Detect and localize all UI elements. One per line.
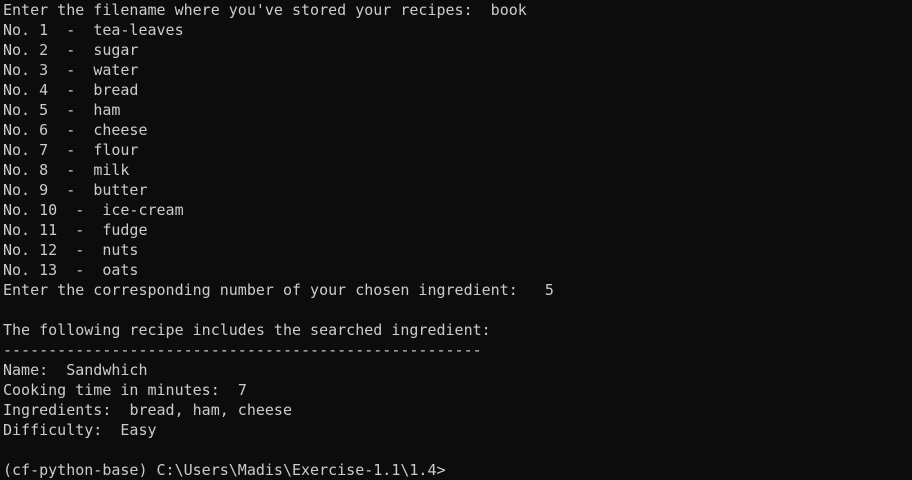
ingredient-number: No. 9 [3,181,49,199]
recipe-ingredients-label: Ingredients: [3,401,112,419]
recipe-difficulty-value: Easy [120,421,157,439]
ingredient-name: flour [93,141,139,159]
ingredient-name: oats [102,261,139,279]
result-header: The following recipe includes the search… [3,321,491,339]
recipe-ingredients-line: Ingredients: bread, ham, cheese [3,400,912,420]
ingredient-separator: - [75,261,85,279]
ingredient-separator: - [66,21,76,39]
filename-input-value: book [490,1,527,19]
ingredient-row: No. 4 - bread [3,80,912,100]
recipe-difficulty-line: Difficulty: Easy [3,420,912,440]
ingredient-separator: - [66,81,76,99]
number-input-value: 5 [544,281,554,299]
filename-prompt-text: Enter the filename where you've stored y… [3,1,473,19]
recipe-name-value: Sandwhich [66,361,148,379]
ingredient-name: milk [93,161,130,179]
recipe-difficulty-label: Difficulty: [3,421,103,439]
ingredient-number: No. 4 [3,81,49,99]
recipe-time-label: Cooking time in minutes: [3,381,220,399]
ingredient-name: bread [93,81,139,99]
ingredient-row: No. 5 - ham [3,100,912,120]
number-prompt-line: Enter the corresponding number of your c… [3,280,912,300]
ingredient-number: No. 3 [3,61,49,79]
ingredient-name: butter [93,181,148,199]
ingredient-name: ice-cream [102,201,184,219]
ingredient-number: No. 12 [3,241,58,259]
ingredient-separator: - [66,61,76,79]
ingredient-separator: - [75,201,85,219]
ingredient-separator: - [66,161,76,179]
ingredient-separator: - [66,101,76,119]
ingredient-separator: - [66,181,76,199]
ingredient-row: No. 1 - tea-leaves [3,20,912,40]
ingredient-name: nuts [102,241,139,259]
ingredient-number: No. 2 [3,41,49,59]
ingredient-number: No. 7 [3,141,49,159]
ingredient-separator: - [75,241,85,259]
ingredient-name: cheese [93,121,148,139]
ingredient-number: No. 6 [3,121,49,139]
ingredient-row: No. 3 - water [3,60,912,80]
number-prompt-text: Enter the corresponding number of your c… [3,281,518,299]
ingredient-row: No. 13 - oats [3,260,912,280]
filename-prompt-line: Enter the filename where you've stored y… [3,0,912,20]
divider-line: ----------------------------------------… [3,341,482,359]
ingredient-number: No. 1 [3,21,49,39]
ingredient-row: No. 10 - ice-cream [3,200,912,220]
ingredient-row: No. 9 - butter [3,180,912,200]
shell-prompt: (cf-python-base) C:\Users\Madis\Exercise… [3,461,446,479]
ingredient-number: No. 13 [3,261,58,279]
ingredient-name: sugar [93,41,139,59]
ingredient-name: fudge [102,221,148,239]
ingredient-name: ham [93,101,121,119]
ingredient-number: No. 10 [3,201,58,219]
recipe-ingredients-value: bread, ham, cheese [129,401,292,419]
ingredient-number: No. 8 [3,161,49,179]
ingredient-number: No. 5 [3,101,49,119]
ingredient-row: No. 7 - flour [3,140,912,160]
ingredient-row: No. 11 - fudge [3,220,912,240]
recipe-name-line: Name: Sandwhich [3,360,912,380]
ingredient-list: No. 1 - tea-leaves No. 2 - sugar No. 3 - w… [3,20,912,280]
ingredient-name: water [93,61,139,79]
ingredient-row: No. 2 - sugar [3,40,912,60]
ingredient-row: No. 6 - cheese [3,120,912,140]
ingredient-separator: - [66,41,76,59]
ingredient-separator: - [66,121,76,139]
ingredient-name: tea-leaves [93,21,184,39]
terminal-window[interactable]: Enter the filename where you've stored y… [0,0,912,480]
recipe-time-line: Cooking time in minutes: 7 [3,380,912,400]
ingredient-separator: - [66,141,76,159]
recipe-name-label: Name: [3,361,49,379]
ingredient-row: No. 12 - nuts [3,240,912,260]
recipe-time-value: 7 [237,381,247,399]
ingredient-separator: - [75,221,85,239]
shell-prompt-line[interactable]: (cf-python-base) C:\Users\Madis\Exercise… [3,460,912,480]
ingredient-row: No. 8 - milk [3,160,912,180]
ingredient-number: No. 11 [3,221,58,239]
